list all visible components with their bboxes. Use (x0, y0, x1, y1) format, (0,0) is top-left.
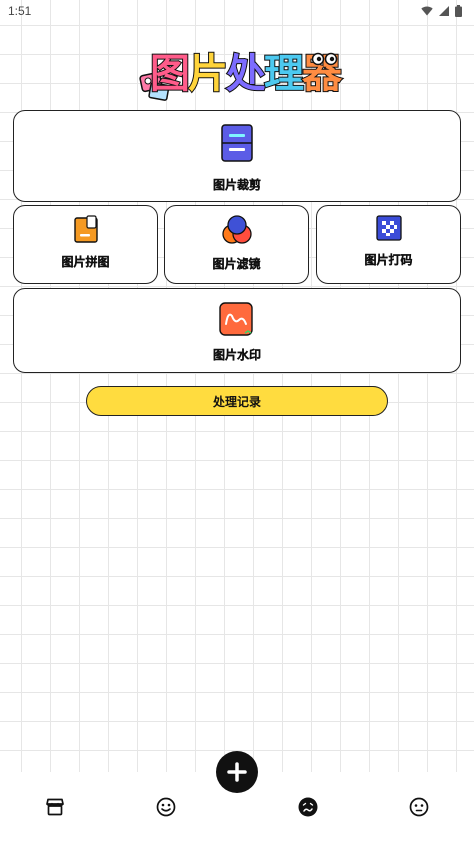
googly-eyes-icon (312, 52, 338, 66)
mosaic-card[interactable]: 图片打码 (316, 205, 461, 284)
watermark-label: 图片水印 (212, 348, 261, 362)
cell-signal-icon (439, 6, 449, 16)
filter-label: 图片滤镜 (212, 257, 261, 271)
status-icons (421, 5, 462, 17)
battery-icon (455, 5, 462, 17)
filter-icon (221, 215, 252, 244)
app-logo: 图片处理器 (138, 46, 343, 106)
mosaic-label: 图片打码 (364, 253, 413, 267)
status-bar: 1:51 (0, 0, 474, 22)
nav-face[interactable] (408, 796, 430, 818)
watermark-card[interactable]: 图片水印 (13, 288, 461, 373)
collage-icon (73, 215, 98, 243)
wifi-icon (421, 6, 433, 16)
logo-char: 处 (225, 50, 267, 98)
sad-face-icon (298, 797, 318, 817)
shop-icon (46, 798, 64, 816)
history-button[interactable]: 处理记录 (86, 386, 388, 416)
neutral-face-icon (409, 797, 429, 817)
add-button[interactable] (216, 751, 258, 793)
logo-char: 片 (187, 50, 229, 98)
smile-icon (156, 797, 176, 817)
mosaic-icon (375, 215, 402, 241)
nav-shop[interactable] (44, 796, 66, 818)
logo-char: 图 (149, 50, 191, 98)
nav-sad[interactable] (297, 796, 319, 818)
filter-card[interactable]: 图片滤镜 (164, 205, 309, 284)
logo-char: 理 (263, 50, 305, 98)
collage-card[interactable]: 图片拼图 (13, 205, 158, 284)
crop-icon (221, 124, 253, 162)
plus-icon (227, 762, 247, 782)
collage-label: 图片拼图 (61, 255, 110, 269)
history-button-label: 处理记录 (212, 394, 261, 409)
crop-card[interactable]: 图片裁剪 (13, 110, 461, 202)
status-time: 1:51 (8, 4, 32, 18)
crop-label: 图片裁剪 (212, 178, 261, 192)
watermark-icon (219, 302, 253, 336)
nav-smile[interactable] (155, 796, 177, 818)
